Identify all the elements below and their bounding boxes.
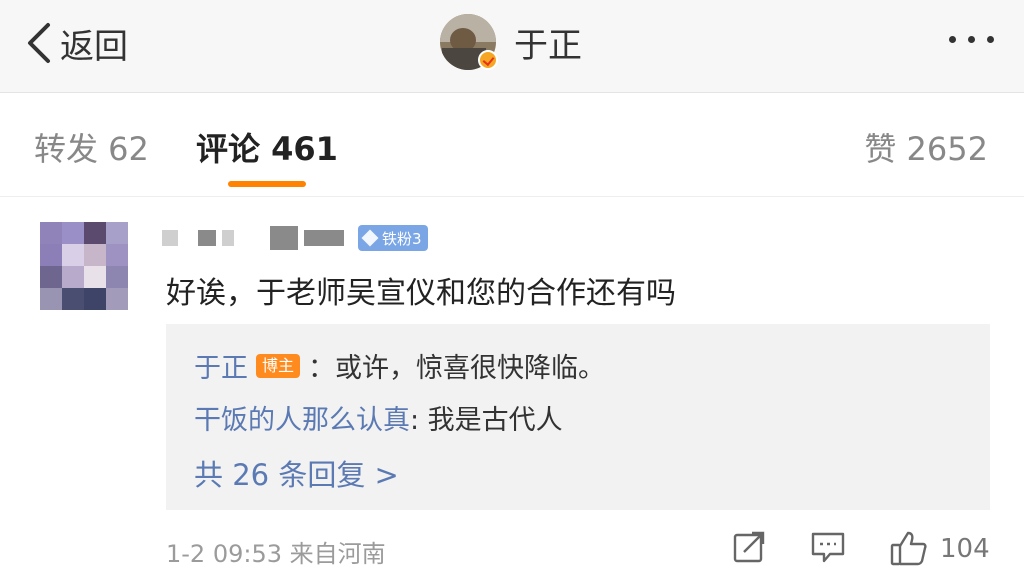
tab-comment[interactable]: 评论 461 xyxy=(196,124,338,170)
back-label: 返回 xyxy=(60,26,128,67)
profile-title[interactable]: 于正 xyxy=(440,12,582,72)
fan-badge[interactable]: 铁粉3 xyxy=(358,225,428,251)
comment-meta: 1-2 09:53 来自河南 xyxy=(166,534,386,569)
fan-badge-label: 铁粉3 xyxy=(382,229,422,248)
comment-button[interactable] xyxy=(810,530,846,564)
reply-text: : 我是古代人 xyxy=(410,405,563,436)
back-chevron-icon xyxy=(28,23,50,63)
comment-location: 来自河南 xyxy=(289,540,386,568)
reply-item[interactable]: 于正 博主 ：或许，惊喜很快降临。 xyxy=(194,346,605,385)
reply-item[interactable]: 干饭的人那么认真 : 我是古代人 xyxy=(194,398,563,437)
reply-box[interactable]: 于正 博主 ：或许，惊喜很快降临。 干饭的人那么认真 : 我是古代人 共 26 … xyxy=(166,324,990,510)
page-title: 于正 xyxy=(514,25,582,66)
share-icon xyxy=(733,531,765,563)
active-tab-indicator xyxy=(228,181,306,187)
comment-time: 1-2 09:53 xyxy=(166,540,282,568)
reply-author[interactable]: 干饭的人那么认真 xyxy=(194,398,410,437)
author-badge: 博主 xyxy=(256,353,301,378)
diamond-icon xyxy=(361,229,379,247)
more-icon[interactable] xyxy=(949,36,994,43)
thumbs-up-icon xyxy=(890,531,927,566)
more-replies-link[interactable]: 共 26 条回复 > xyxy=(194,452,399,494)
comment-icon xyxy=(811,532,845,563)
like-button[interactable] xyxy=(890,530,928,566)
reply-author[interactable]: 于正 xyxy=(194,346,248,385)
share-button[interactable] xyxy=(732,530,766,564)
commenter-avatar[interactable] xyxy=(40,222,128,310)
commenter-name[interactable]: 铁粉3 xyxy=(162,222,428,254)
tab-bar: 转发 62 评论 461 赞 2652 xyxy=(0,92,1024,197)
nav-bar: 返回 于正 xyxy=(0,0,1024,93)
tab-like[interactable]: 赞 2652 xyxy=(864,124,988,170)
verified-icon xyxy=(478,50,498,70)
reply-text: ：或许，惊喜很快降临。 xyxy=(308,353,606,384)
comment-text: 好诶，于老师吴宣仪和您的合作还有吗 xyxy=(166,276,676,311)
back-button[interactable]: 返回 xyxy=(24,18,128,68)
like-count[interactable]: 104 xyxy=(940,534,990,564)
tab-repost[interactable]: 转发 62 xyxy=(34,124,149,170)
